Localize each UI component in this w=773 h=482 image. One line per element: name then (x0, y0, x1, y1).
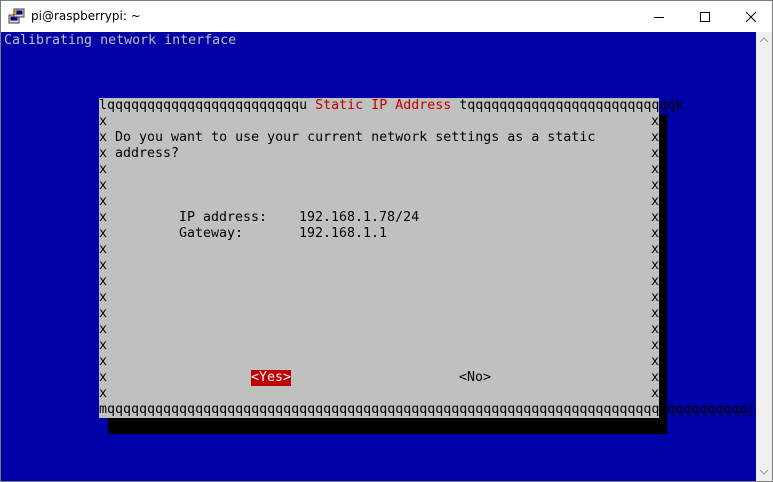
scroll-down-button[interactable] (756, 465, 772, 481)
border-right-segment: tqqqqqqqqqqqqqqqqqqqqqqqqqqk (459, 98, 684, 113)
border-side-char: x (99, 194, 108, 209)
border-side-char: x (651, 370, 660, 385)
title-bar[interactable]: pi@raspberrypi: ~ (1, 1, 772, 32)
border-side-char: x (651, 114, 660, 129)
border-side-char: x (651, 162, 660, 177)
dialog-title: Static IP Address (307, 98, 460, 113)
border-side-char: x (651, 386, 660, 401)
window-title: pi@raspberrypi: ~ (31, 9, 141, 23)
border-side-char: x (651, 354, 660, 369)
status-line: Calibrating network interface (4, 33, 237, 48)
border-side-char: x (99, 306, 108, 321)
static-ip-dialog: lqqqqqqqqqqqqqqqqqqqqqqqqu Static IP Add… (99, 98, 755, 418)
dialog-bottom-border: mqqqqqqqqqqqqqqqqqqqqqqqqqqqqqqqqqqqqqqq… (99, 402, 756, 417)
border-side-char: x (99, 338, 108, 353)
border-side-char: x (99, 226, 108, 241)
border-side-char: x (651, 178, 660, 193)
border-side-char: x (99, 370, 108, 385)
border-side-char: x (651, 242, 660, 257)
dialog-right-border: xxxxxxxxxxxxxxxxxx (651, 114, 659, 402)
border-side-char: x (99, 274, 108, 289)
scroll-up-button[interactable] (756, 32, 772, 48)
ip-address-value: 192.168.1.78/24 (299, 210, 420, 225)
border-side-char: x (99, 242, 108, 257)
border-side-char: x (651, 226, 660, 241)
border-side-char: x (99, 130, 108, 145)
border-side-char: x (99, 146, 108, 161)
question-line-1: Do you want to use your current network … (115, 130, 596, 145)
border-side-char: x (651, 194, 660, 209)
border-side-char: x (651, 146, 660, 161)
border-side-char: x (99, 114, 108, 129)
border-side-char: x (99, 178, 108, 193)
maximize-icon (700, 12, 710, 22)
minimize-icon (654, 17, 664, 18)
border-side-char: x (651, 258, 660, 273)
chevron-down-icon (760, 470, 768, 475)
vertical-scrollbar[interactable] (756, 32, 772, 481)
gateway-value: 192.168.1.1 (299, 226, 388, 241)
border-side-char: x (651, 210, 660, 225)
border-side-char: x (651, 130, 660, 145)
border-left-segment: lqqqqqqqqqqqqqqqqqqqqqqqqu (99, 98, 308, 113)
terminal-window: pi@raspberrypi: ~ Calibrating network in… (0, 0, 773, 482)
question-line-2: address? (115, 146, 180, 161)
border-side-char: x (99, 322, 108, 337)
putty-icon[interactable] (8, 7, 26, 25)
dialog-top-border: lqqqqqqqqqqqqqqqqqqqqqqqqu Static IP Add… (99, 98, 683, 114)
border-side-char: x (651, 274, 660, 289)
border-side-char: x (99, 354, 108, 369)
close-button[interactable] (728, 1, 773, 32)
chevron-up-icon (760, 37, 768, 42)
no-button[interactable]: <No> (459, 370, 491, 386)
maximize-button[interactable] (682, 1, 728, 32)
border-side-char: x (99, 290, 108, 305)
border-side-char: x (99, 386, 108, 401)
yes-button[interactable]: <Yes> (251, 370, 292, 386)
terminal-screen[interactable]: Calibrating network interface lqqqqqqqqq… (1, 32, 756, 481)
close-icon (745, 11, 757, 23)
border-side-char: x (99, 162, 108, 177)
border-side-char: x (651, 322, 660, 337)
gateway-label: Gateway: (179, 226, 244, 241)
border-side-char: x (99, 258, 108, 273)
dialog-left-border: xxxxxxxxxxxxxxxxxx (99, 114, 107, 402)
border-side-char: x (99, 210, 108, 225)
border-side-char: x (651, 338, 660, 353)
ip-address-label: IP address: (179, 210, 268, 225)
minimize-button[interactable] (636, 1, 682, 32)
border-side-char: x (651, 306, 660, 321)
border-side-char: x (651, 290, 660, 305)
